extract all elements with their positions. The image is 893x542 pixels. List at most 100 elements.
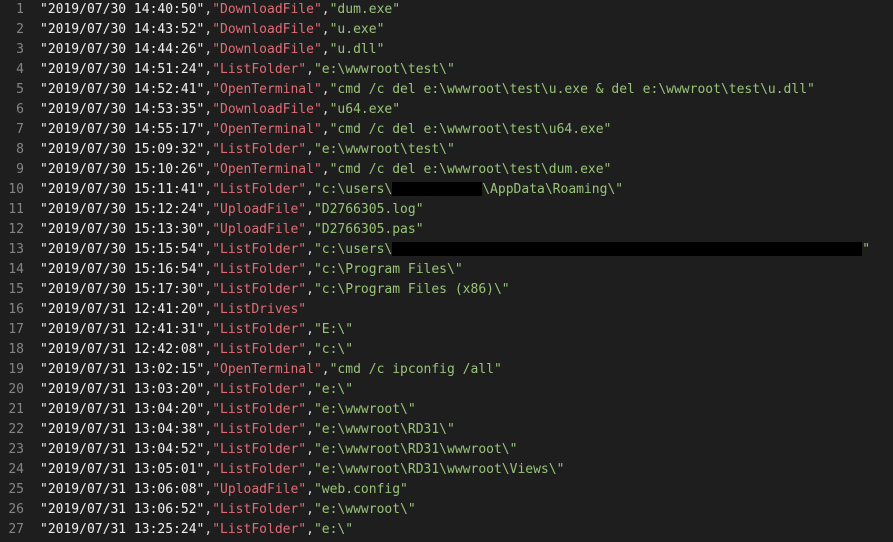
log-argument: "e:\wwwroot\RD31\wwwroot\" [314,442,518,457]
log-argument: "dum.exe" [330,2,400,17]
log-timestamp: "2019/07/31 12:42:08" [40,342,204,357]
log-argument: "c:\Program Files\" [314,262,463,277]
log-timestamp: "2019/07/31 13:06:08" [40,482,204,497]
log-command: "DownloadFile" [212,102,322,117]
separator: , [306,342,314,357]
code-line[interactable]: "2019/07/31 12:41:31","ListFolder","E:\" [40,320,893,340]
log-timestamp: "2019/07/30 15:13:30" [40,222,204,237]
code-line[interactable]: "2019/07/30 15:17:30","ListFolder","c:\P… [40,280,893,300]
code-line[interactable]: "2019/07/31 13:04:38","ListFolder","e:\w… [40,420,893,440]
log-command: "ListDrives" [212,302,306,317]
code-line[interactable]: "2019/07/30 15:09:32","ListFolder","e:\w… [40,140,893,160]
log-argument: "e:\wwwroot\" [314,502,416,517]
log-argument: "e:\wwwroot\RD31\" [314,422,455,437]
code-line[interactable]: "2019/07/30 15:10:26","OpenTerminal","cm… [40,160,893,180]
separator: , [306,222,314,237]
code-line[interactable]: "2019/07/31 12:42:08","ListFolder","c:\" [40,340,893,360]
code-line[interactable]: "2019/07/30 14:53:35","DownloadFile","u6… [40,100,893,120]
line-number: 14 [0,260,24,280]
log-timestamp: "2019/07/31 12:41:20" [40,302,204,317]
code-line[interactable]: "2019/07/31 13:04:52","ListFolder","e:\w… [40,440,893,460]
log-argument: "e:\wwwroot\" [314,402,416,417]
separator: , [322,162,330,177]
line-number: 13 [0,240,24,260]
log-argument: "e:\wwwroot\test\" [314,62,455,77]
log-command: "ListFolder" [212,262,306,277]
line-number: 21 [0,400,24,420]
log-timestamp: "2019/07/30 15:17:30" [40,282,204,297]
log-command: "UploadFile" [212,202,306,217]
log-command: "DownloadFile" [212,42,322,57]
log-command: "ListFolder" [212,382,306,397]
separator: , [322,42,330,57]
log-argument: "D2766305.log" [314,202,424,217]
log-timestamp: "2019/07/30 15:10:26" [40,162,204,177]
log-command: "UploadFile" [212,482,306,497]
log-timestamp: "2019/07/30 15:11:41" [40,182,204,197]
log-argument: "web.config" [314,482,408,497]
code-line[interactable]: "2019/07/31 13:25:24","ListFolder","e:\" [40,520,893,540]
log-argument: "cmd /c ipconfig /all" [330,362,502,377]
log-argument: "cmd /c del e:\wwwroot\test\dum.exe" [330,162,612,177]
log-command: "ListFolder" [212,322,306,337]
redacted-block [392,182,482,196]
code-line[interactable]: "2019/07/30 15:16:54","ListFolder","c:\P… [40,260,893,280]
code-line[interactable]: "2019/07/31 13:05:01","ListFolder","e:\w… [40,460,893,480]
line-number: 22 [0,420,24,440]
separator: , [306,262,314,277]
log-argument: "E:\" [314,322,353,337]
line-number: 11 [0,200,24,220]
separator: , [322,102,330,117]
line-number: 1 [0,0,24,20]
code-line[interactable]: "2019/07/31 13:04:20","ListFolder","e:\w… [40,400,893,420]
log-command: "ListFolder" [212,442,306,457]
log-command: "OpenTerminal" [212,122,322,137]
code-line[interactable]: "2019/07/30 15:15:54","ListFolder","c:\u… [40,240,893,260]
code-line[interactable]: "2019/07/30 14:52:41","OpenTerminal","cm… [40,80,893,100]
log-command: "DownloadFile" [212,22,322,37]
log-argument: "e:\" [314,382,353,397]
code-line[interactable]: "2019/07/31 13:06:52","ListFolder","e:\w… [40,500,893,520]
log-timestamp: "2019/07/31 13:25:24" [40,522,204,537]
code-line[interactable]: "2019/07/31 13:02:15","OpenTerminal","cm… [40,360,893,380]
line-number: 2 [0,20,24,40]
separator: , [306,522,314,537]
code-line[interactable]: "2019/07/30 15:11:41","ListFolder","c:\u… [40,180,893,200]
line-number: 10 [0,180,24,200]
code-line[interactable]: "2019/07/30 14:43:52","DownloadFile","u.… [40,20,893,40]
code-line[interactable]: "2019/07/30 14:44:26","DownloadFile","u.… [40,40,893,60]
log-timestamp: "2019/07/31 13:04:38" [40,422,204,437]
line-number: 6 [0,100,24,120]
code-line[interactable]: "2019/07/31 12:41:20","ListDrives" [40,300,893,320]
separator: , [306,482,314,497]
log-command: "DownloadFile" [212,2,322,17]
log-argument: "cmd /c del e:\wwwroot\test\u.exe & del … [330,82,815,97]
line-number: 16 [0,300,24,320]
code-line[interactable]: "2019/07/30 14:55:17","OpenTerminal","cm… [40,120,893,140]
line-number: 15 [0,280,24,300]
log-argument: "u.dll" [330,42,385,57]
code-line[interactable]: "2019/07/30 15:13:30","UploadFile","D276… [40,220,893,240]
code-line[interactable]: "2019/07/31 13:03:20","ListFolder","e:\" [40,380,893,400]
code-area[interactable]: "2019/07/30 14:40:50","DownloadFile","du… [40,0,893,542]
line-number: 4 [0,60,24,80]
log-timestamp: "2019/07/30 15:12:24" [40,202,204,217]
line-number: 19 [0,360,24,380]
log-argument: "e:\wwwroot\RD31\wwwroot\Views\" [314,462,564,477]
log-timestamp: "2019/07/30 14:40:50" [40,2,204,17]
code-line[interactable]: "2019/07/30 15:12:24","UploadFile","D276… [40,200,893,220]
log-command: "ListFolder" [212,242,306,257]
code-line[interactable]: "2019/07/31 13:06:08","UploadFile","web.… [40,480,893,500]
line-number: 26 [0,500,24,520]
log-timestamp: "2019/07/31 13:04:20" [40,402,204,417]
log-argument-post: " [862,242,870,257]
code-line[interactable]: "2019/07/30 14:40:50","DownloadFile","du… [40,0,893,20]
code-line[interactable]: "2019/07/30 14:51:24","ListFolder","e:\w… [40,60,893,80]
log-argument: "e:\wwwroot\test\" [314,142,455,157]
log-timestamp: "2019/07/30 14:44:26" [40,42,204,57]
log-command: "ListFolder" [212,502,306,517]
line-number: 25 [0,480,24,500]
log-timestamp: "2019/07/30 14:52:41" [40,82,204,97]
log-timestamp: "2019/07/31 13:02:15" [40,362,204,377]
separator: , [306,182,314,197]
